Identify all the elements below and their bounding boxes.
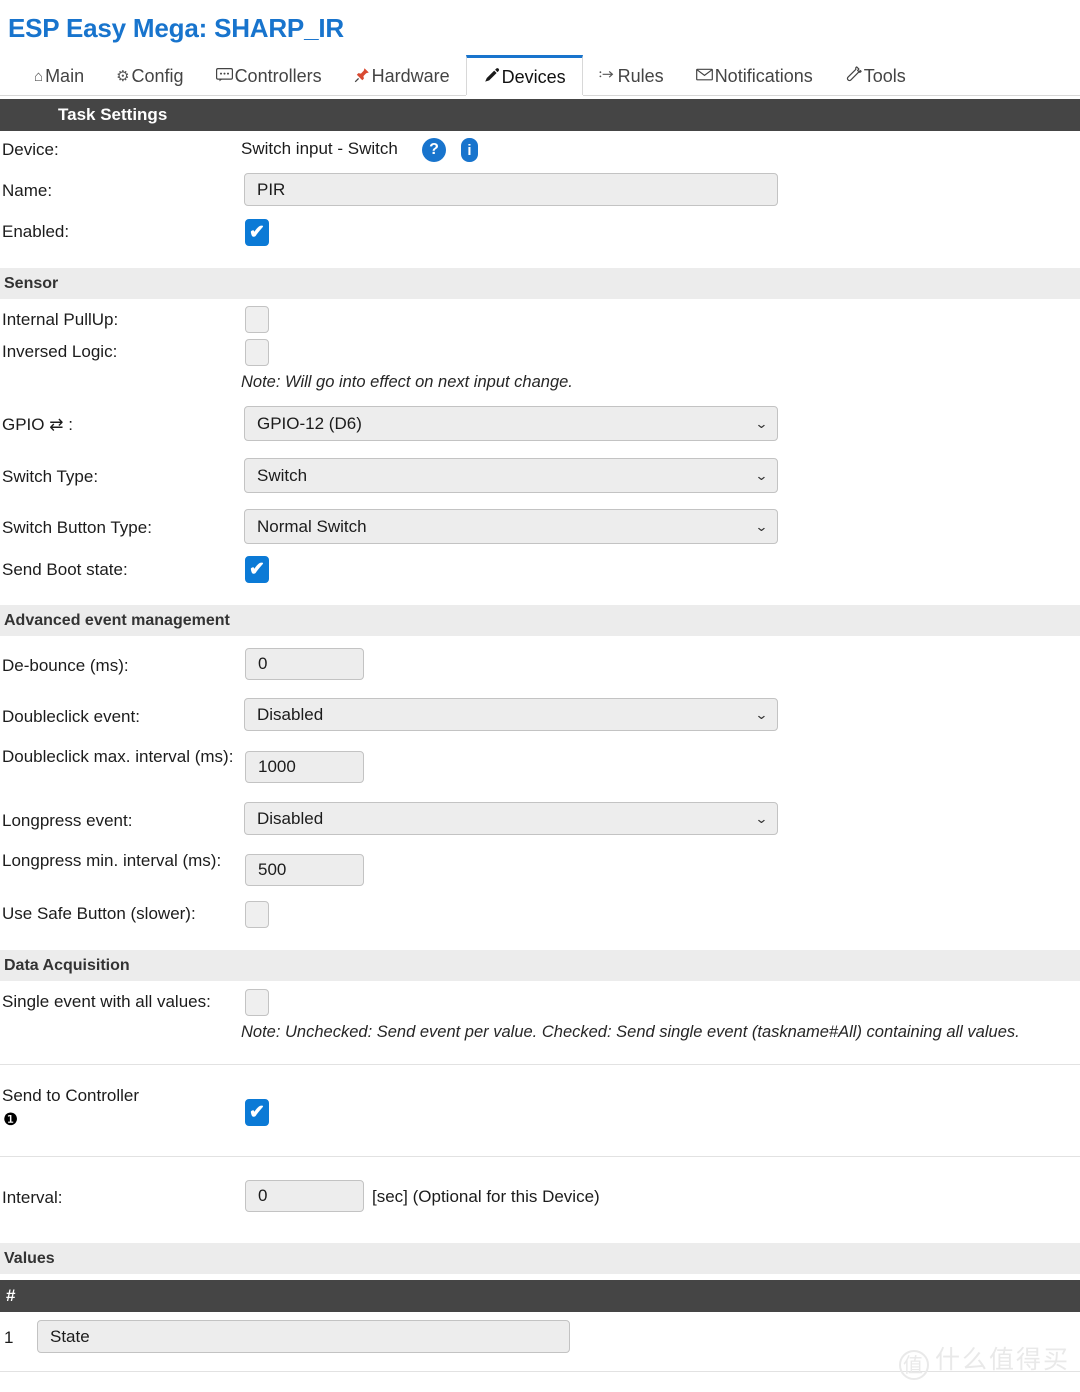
tab-main-label: Main bbox=[45, 65, 85, 86]
tab-tools-label: Tools bbox=[863, 65, 906, 86]
chevron-down-icon: ⌄ bbox=[754, 467, 769, 483]
tab-controllers[interactable]: Controllers bbox=[200, 56, 338, 96]
tab-rules-label: Rules bbox=[617, 65, 664, 86]
debounce-label: De-bounce (ms): bbox=[2, 656, 129, 675]
inversed-logic-label: Inversed Logic: bbox=[2, 342, 118, 361]
switch-type-select-value: Switch bbox=[257, 465, 308, 485]
envelope-icon bbox=[695, 68, 713, 84]
switch-type-select[interactable]: Switch ⌄ bbox=[244, 458, 778, 493]
envelope-icon-svg bbox=[695, 68, 713, 81]
gpio-select[interactable]: GPIO-12 (D6) ⌄ bbox=[244, 406, 778, 441]
gear-icon: ⚙ bbox=[116, 67, 130, 85]
inversed-logic-checkbox[interactable] bbox=[245, 339, 269, 366]
help-icon[interactable]: ? bbox=[422, 138, 446, 162]
pushpin-icon-svg bbox=[354, 67, 369, 82]
info-icon[interactable]: i bbox=[461, 138, 478, 162]
wrench-icon bbox=[845, 66, 862, 86]
send-boot-state-checkbox[interactable]: ✔ bbox=[245, 556, 269, 583]
longpress-event-select-value: Disabled bbox=[257, 808, 324, 828]
device-value: Switch input - Switch bbox=[241, 139, 398, 158]
interval-input[interactable]: 0 bbox=[245, 1180, 364, 1212]
send-boot-state-label: Send Boot state: bbox=[2, 560, 128, 579]
interval-suffix: [sec] (Optional for this Device) bbox=[372, 1187, 600, 1206]
longpress-event-select[interactable]: Disabled ⌄ bbox=[244, 802, 778, 835]
doubleclick-interval-input[interactable]: 1000 bbox=[245, 751, 364, 783]
single-event-checkbox[interactable] bbox=[245, 989, 269, 1016]
data-acquisition-section-header: Data Acquisition bbox=[0, 950, 1080, 981]
watermark-text: 什么值得买 bbox=[934, 1345, 1070, 1374]
value-row-name-input[interactable]: State bbox=[37, 1320, 570, 1353]
send-to-controller-checkbox[interactable]: ✔ bbox=[245, 1099, 269, 1126]
switch-type-label: Switch Type: bbox=[2, 467, 99, 486]
advanced-section-header: Advanced event management bbox=[0, 605, 1080, 636]
data-acquisition-note: Note: Unchecked: Send event per value. C… bbox=[241, 1023, 1020, 1041]
sensor-note: Note: Will go into effect on next input … bbox=[241, 373, 573, 391]
tab-devices[interactable]: Devices bbox=[465, 55, 583, 97]
name-input[interactable]: PIR bbox=[244, 173, 778, 206]
task-settings-header: Task Settings bbox=[0, 99, 1080, 131]
controller-number-badge: ❶ bbox=[3, 1110, 19, 1129]
chevron-down-icon: ⌄ bbox=[754, 415, 769, 431]
tab-tools[interactable]: Tools bbox=[829, 56, 922, 96]
chevron-down-icon: ⌄ bbox=[754, 706, 769, 722]
doubleclick-event-select[interactable]: Disabled ⌄ bbox=[244, 698, 778, 731]
single-event-label: Single event with all values: bbox=[2, 992, 211, 1011]
pushpin-icon bbox=[354, 67, 370, 86]
tab-hardware[interactable]: Hardware bbox=[338, 56, 466, 96]
chevron-down-icon: ⌄ bbox=[754, 518, 769, 534]
value-row-index: 1 bbox=[4, 1328, 14, 1347]
doubleclick-interval-label: Doubleclick max. interval (ms): bbox=[2, 747, 234, 766]
doubleclick-event-label: Doubleclick event: bbox=[2, 707, 140, 726]
tab-notifications-label: Notifications bbox=[714, 65, 813, 86]
page-title: ESP Easy Mega: SHARP_IR bbox=[8, 13, 344, 43]
plug-icon bbox=[483, 67, 500, 87]
arrow-right-icon bbox=[599, 68, 616, 84]
internal-pullup-label: Internal PullUp: bbox=[2, 310, 119, 329]
gpio-label: GPIO ⇄ : bbox=[2, 415, 73, 434]
longpress-event-label: Longpress event: bbox=[2, 811, 133, 830]
values-section-header: Values bbox=[0, 1243, 1080, 1274]
chevron-down-icon: ⌄ bbox=[754, 810, 769, 826]
tab-notifications[interactable]: Notifications bbox=[680, 56, 829, 96]
page-root: ESP Easy Mega: SHARP_IR ⌂ Main ⚙ Config … bbox=[0, 0, 1080, 1392]
tab-hardware-label: Hardware bbox=[371, 65, 450, 86]
doubleclick-event-select-value: Disabled bbox=[257, 704, 324, 724]
switch-button-type-select-value: Normal Switch bbox=[257, 516, 367, 536]
interval-label: Interval: bbox=[2, 1188, 63, 1207]
tab-config[interactable]: ⚙ Config bbox=[100, 56, 199, 96]
watermark: 值什么值得买 bbox=[898, 1340, 1070, 1380]
wrench-icon-svg bbox=[846, 66, 862, 82]
main-tabbar: ⌂ Main ⚙ Config Controllers Hardware Dev… bbox=[0, 55, 1080, 97]
debounce-input[interactable]: 0 bbox=[245, 648, 364, 680]
arrow-right-icon-svg bbox=[599, 70, 613, 78]
safe-button-checkbox[interactable] bbox=[245, 901, 269, 928]
name-label: Name: bbox=[2, 181, 53, 200]
device-label: Device: bbox=[2, 140, 59, 159]
plug-icon-svg bbox=[484, 68, 499, 82]
chat-icon bbox=[215, 67, 233, 85]
tab-main[interactable]: ⌂ Main bbox=[18, 56, 100, 96]
values-table-header: # bbox=[0, 1280, 1080, 1312]
watermark-circle: 值 bbox=[898, 1350, 929, 1380]
gpio-select-value: GPIO-12 (D6) bbox=[257, 413, 362, 433]
send-to-controller-label: Send to Controller bbox=[2, 1086, 140, 1105]
tab-controllers-label: Controllers bbox=[234, 65, 322, 86]
switch-button-type-select[interactable]: Normal Switch ⌄ bbox=[244, 509, 778, 544]
tab-config-label: Config bbox=[131, 65, 184, 86]
chat-icon-svg bbox=[215, 67, 233, 81]
tab-devices-label: Devices bbox=[501, 66, 566, 87]
enabled-label: Enabled: bbox=[2, 222, 70, 241]
safe-button-label: Use Safe Button (slower): bbox=[2, 904, 196, 923]
internal-pullup-checkbox[interactable] bbox=[245, 306, 269, 333]
longpress-interval-label: Longpress min. interval (ms): bbox=[2, 851, 222, 870]
enabled-checkbox[interactable]: ✔ bbox=[245, 219, 269, 246]
switch-button-type-label: Switch Button Type: bbox=[2, 518, 152, 537]
tab-rules[interactable]: Rules bbox=[583, 56, 680, 96]
longpress-interval-input[interactable]: 500 bbox=[245, 854, 364, 886]
sensor-section-header: Sensor bbox=[0, 268, 1080, 299]
home-icon: ⌂ bbox=[34, 67, 44, 85]
